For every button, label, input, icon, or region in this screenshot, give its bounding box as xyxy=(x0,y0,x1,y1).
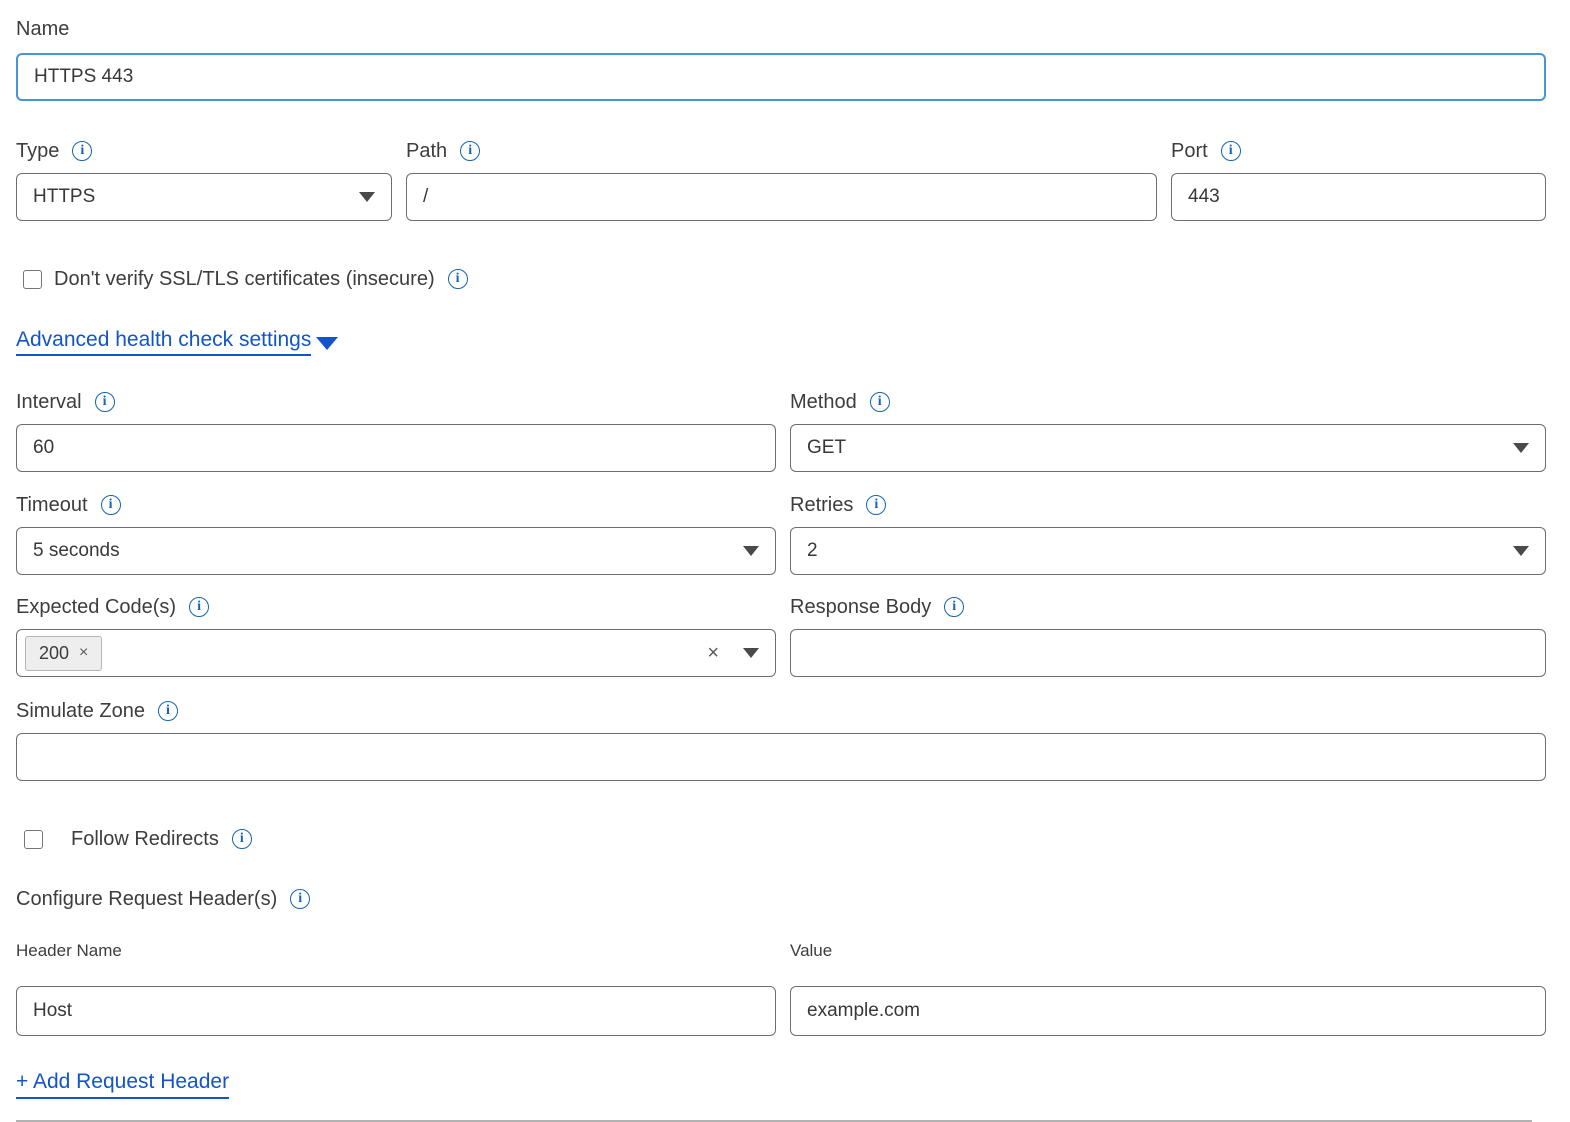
advanced-settings-link[interactable]: Advanced health check settings xyxy=(16,328,311,356)
method-info-icon[interactable]: i xyxy=(870,392,890,412)
health-check-form: Name Type i HTTPS Path i Port i xyxy=(16,0,1546,1122)
interval-label: Interval i xyxy=(16,389,776,415)
interval-input[interactable] xyxy=(16,424,776,472)
clear-all-icon[interactable]: × xyxy=(707,642,719,665)
simulate-zone-info-icon[interactable]: i xyxy=(158,701,178,721)
name-label: Name xyxy=(16,16,1546,42)
chevron-down-icon xyxy=(743,546,759,556)
type-info-icon[interactable]: i xyxy=(72,141,92,161)
port-input[interactable] xyxy=(1171,173,1546,221)
header-name-input[interactable] xyxy=(16,986,776,1036)
add-request-header-link[interactable]: + Add Request Header xyxy=(16,1070,229,1099)
simulate-zone-input[interactable] xyxy=(16,733,1546,781)
ssl-verify-checkbox[interactable] xyxy=(23,270,42,289)
port-info-icon[interactable]: i xyxy=(1221,141,1241,161)
interval-info-icon[interactable]: i xyxy=(95,392,115,412)
type-select[interactable]: HTTPS xyxy=(16,173,392,221)
response-body-info-icon[interactable]: i xyxy=(944,597,964,617)
request-headers-title-text: Configure Request Header(s) xyxy=(16,886,277,912)
retries-label: Retries i xyxy=(790,492,1546,518)
header-name-label: Header Name xyxy=(16,938,776,964)
add-header-row: + Add Request Header xyxy=(16,1070,1546,1099)
interval-label-text: Interval xyxy=(16,389,82,415)
chevron-down-icon xyxy=(743,648,759,658)
expected-codes-label-text: Expected Code(s) xyxy=(16,594,176,620)
code-tag-value: 200 xyxy=(39,643,69,664)
retries-select-value: 2 xyxy=(807,540,818,562)
follow-redirects-row: Follow Redirects i xyxy=(16,826,1546,852)
ssl-verify-label-text: Don't verify SSL/TLS certificates (insec… xyxy=(54,266,435,292)
retries-label-text: Retries xyxy=(790,492,853,518)
method-select[interactable]: GET xyxy=(790,424,1546,472)
timeout-label: Timeout i xyxy=(16,492,776,518)
code-tag: 200 × xyxy=(25,636,102,671)
retries-select[interactable]: 2 xyxy=(790,527,1546,575)
method-label-text: Method xyxy=(790,389,857,415)
header-inputs-row xyxy=(16,986,1546,1036)
follow-redirects-checkbox[interactable] xyxy=(24,830,43,849)
port-label-text: Port xyxy=(1171,138,1208,164)
path-input[interactable] xyxy=(406,173,1157,221)
response-body-label: Response Body i xyxy=(790,594,1546,620)
header-labels-row: Header Name Value xyxy=(16,938,1546,973)
codes-body-row: Expected Code(s) i 200 × × Response Body… xyxy=(16,594,1546,677)
name-label-text: Name xyxy=(16,16,69,42)
path-label: Path i xyxy=(406,138,1157,164)
type-label: Type i xyxy=(16,138,392,164)
header-value-input[interactable] xyxy=(790,986,1546,1036)
ssl-verify-checkbox-row: Don't verify SSL/TLS certificates (insec… xyxy=(23,266,1546,292)
ssl-verify-info-icon[interactable]: i xyxy=(448,269,468,289)
method-label: Method i xyxy=(790,389,1546,415)
header-value-label: Value xyxy=(790,938,1546,964)
simulate-zone-label-text: Simulate Zone xyxy=(16,698,145,724)
port-label: Port i xyxy=(1171,138,1546,164)
timeout-label-text: Timeout xyxy=(16,492,88,518)
header-value-label-text: Value xyxy=(790,938,832,964)
timeout-retries-row: Timeout i 5 seconds Retries i 2 xyxy=(16,492,1546,575)
simulate-zone-label: Simulate Zone i xyxy=(16,698,1546,724)
timeout-info-icon[interactable]: i xyxy=(101,495,121,515)
chevron-down-icon xyxy=(1513,546,1529,556)
path-info-icon[interactable]: i xyxy=(460,141,480,161)
type-label-text: Type xyxy=(16,138,59,164)
interval-method-row: Interval i Method i GET xyxy=(16,389,1546,472)
retries-info-icon[interactable]: i xyxy=(866,495,886,515)
tag-remove-icon[interactable]: × xyxy=(79,644,88,662)
simulate-zone-row: Simulate Zone i xyxy=(16,698,1546,781)
chevron-down-icon xyxy=(1513,443,1529,453)
path-label-text: Path xyxy=(406,138,447,164)
response-body-input[interactable] xyxy=(790,629,1546,677)
request-headers-info-icon[interactable]: i xyxy=(290,889,310,909)
header-name-label-text: Header Name xyxy=(16,938,122,964)
triangle-down-icon xyxy=(316,337,338,350)
type-path-port-row: Type i HTTPS Path i Port i xyxy=(16,138,1546,221)
expected-codes-multiselect[interactable]: 200 × × xyxy=(16,629,776,677)
follow-redirects-info-icon[interactable]: i xyxy=(232,829,252,849)
ssl-verify-label: Don't verify SSL/TLS certificates (insec… xyxy=(54,266,468,292)
follow-redirects-label: Follow Redirects i xyxy=(71,826,252,852)
expected-codes-label: Expected Code(s) i xyxy=(16,594,776,620)
timeout-select-value: 5 seconds xyxy=(33,540,120,562)
timeout-select[interactable]: 5 seconds xyxy=(16,527,776,575)
name-input[interactable] xyxy=(16,53,1546,101)
method-select-value: GET xyxy=(807,437,846,459)
advanced-settings-row: Advanced health check settings xyxy=(16,328,1546,356)
request-headers-section-title: Configure Request Header(s) i xyxy=(16,886,1546,912)
expected-codes-info-icon[interactable]: i xyxy=(189,597,209,617)
chevron-down-icon xyxy=(359,192,375,202)
response-body-label-text: Response Body xyxy=(790,594,931,620)
follow-redirects-label-text: Follow Redirects xyxy=(71,826,219,852)
type-select-value: HTTPS xyxy=(33,186,95,208)
